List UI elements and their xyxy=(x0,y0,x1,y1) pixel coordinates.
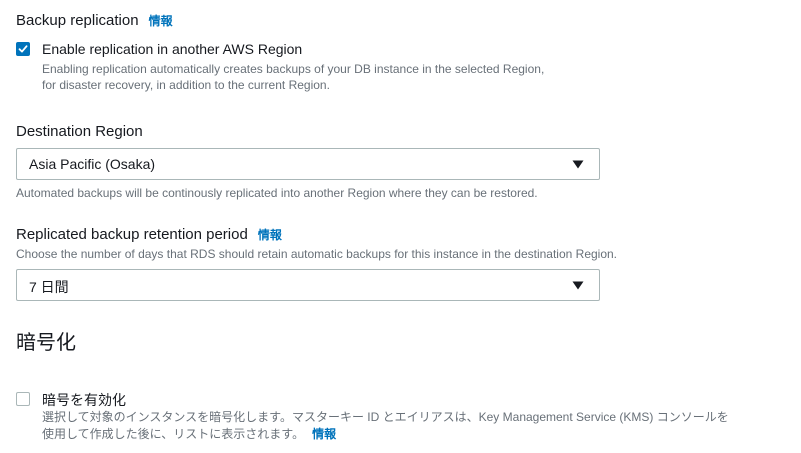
backup-replication-info-link[interactable]: 情報 xyxy=(149,14,173,28)
enable-replication-description-line2: for disaster recovery, in addition to th… xyxy=(42,78,330,92)
destination-region-value: Asia Pacific (Osaka) xyxy=(29,156,156,172)
destination-region-hint: Automated backups will be continously re… xyxy=(16,186,538,200)
retention-period-select[interactable]: 7 日間 xyxy=(16,269,600,301)
encryption-heading: 暗号化 xyxy=(16,332,76,354)
caret-down-icon xyxy=(572,281,584,290)
backup-replication-label-text: Backup replication xyxy=(16,12,139,29)
checkmark-icon xyxy=(18,45,28,53)
enable-encryption-title[interactable]: 暗号を有効化 xyxy=(42,390,126,410)
retention-period-label: Replicated backup retention period 情報 xyxy=(16,226,282,243)
enable-replication-checkbox[interactable] xyxy=(16,42,30,56)
enable-encryption-info-link[interactable]: 情報 xyxy=(312,427,336,441)
destination-region-select[interactable]: Asia Pacific (Osaka) xyxy=(16,148,600,180)
enable-replication-title[interactable]: Enable replication in another AWS Region xyxy=(42,41,302,57)
destination-region-label: Destination Region xyxy=(16,123,143,140)
enable-encryption-description-line2: 使用して作成した後に、リストに表示されます。 xyxy=(42,427,305,441)
enable-encryption-checkbox[interactable] xyxy=(16,392,30,406)
retention-period-description: Choose the number of days that RDS shoul… xyxy=(16,247,618,261)
retention-period-value: 7 日間 xyxy=(29,279,69,295)
enable-encryption-description-line2-wrap: 使用して作成した後に、リストに表示されます。 情報 xyxy=(42,426,336,443)
enable-encryption-description-line1: 選択して対象のインスタンスを暗号化します。マスターキー ID とエイリアスは、K… xyxy=(42,410,729,424)
retention-period-info-link[interactable]: 情報 xyxy=(258,228,282,242)
backup-replication-label: Backup replication 情報 xyxy=(16,12,173,29)
retention-period-label-text: Replicated backup retention period xyxy=(16,226,248,243)
caret-down-icon xyxy=(572,160,584,169)
enable-replication-description-line1: Enabling replication automatically creat… xyxy=(42,62,545,76)
rds-backup-settings-panel: Backup replication 情報 Enable replication … xyxy=(0,0,801,453)
